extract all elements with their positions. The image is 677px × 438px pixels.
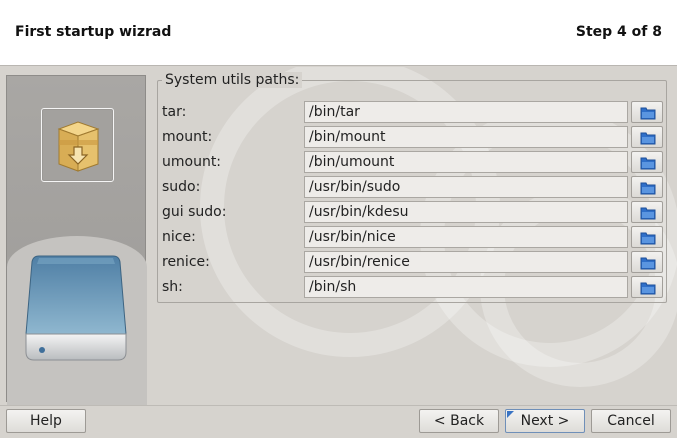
path-input[interactable]: /usr/bin/kdesu — [304, 201, 628, 223]
path-row-umount: umount: /bin/umount — [158, 150, 668, 175]
path-row-renice: renice: /usr/bin/renice — [158, 250, 668, 275]
path-label: nice: — [162, 229, 196, 245]
sidebar-image-panel — [6, 75, 147, 405]
folder-icon — [640, 232, 656, 245]
folder-icon — [640, 157, 656, 170]
wizard-footer: Help < Back Next > Cancel — [0, 405, 677, 438]
folder-icon — [640, 182, 656, 195]
path-input[interactable]: /usr/bin/sudo — [304, 176, 628, 198]
path-label: renice: — [162, 254, 210, 270]
browse-button[interactable] — [631, 251, 663, 273]
browse-button[interactable] — [631, 101, 663, 123]
removable-drive-icon — [25, 252, 127, 362]
path-input[interactable]: /bin/tar — [304, 101, 628, 123]
system-utils-group: tar: /bin/tar mount: /bin/mount umount: … — [157, 80, 667, 303]
path-row-sh: sh: /bin/sh — [158, 275, 668, 300]
browse-button[interactable] — [631, 276, 663, 298]
cancel-button[interactable]: Cancel — [591, 409, 671, 433]
help-button[interactable]: Help — [6, 409, 86, 433]
back-button[interactable]: < Back — [419, 409, 499, 433]
path-input[interactable]: /bin/sh — [304, 276, 628, 298]
path-input[interactable]: /bin/mount — [304, 126, 628, 148]
browse-button[interactable] — [631, 176, 663, 198]
path-label: mount: — [162, 129, 213, 145]
group-legend: System utils paths: — [162, 72, 303, 88]
path-input[interactable]: /bin/umount — [304, 151, 628, 173]
path-label: sh: — [162, 279, 183, 295]
next-button-label: Next > — [520, 413, 570, 429]
path-row-nice: nice: /usr/bin/nice — [158, 225, 668, 250]
path-label: gui sudo: — [162, 204, 227, 220]
browse-button[interactable] — [631, 226, 663, 248]
step-indicator: Step 4 of 8 — [575, 24, 662, 40]
wizard-body: tar: /bin/tar mount: /bin/mount umount: … — [0, 67, 677, 405]
path-row-sudo: sudo: /usr/bin/sudo — [158, 175, 668, 200]
browse-button[interactable] — [631, 201, 663, 223]
default-indicator — [507, 411, 514, 418]
folder-icon — [640, 282, 656, 295]
package-install-icon — [41, 108, 114, 182]
folder-icon — [640, 132, 656, 145]
browse-button[interactable] — [631, 126, 663, 148]
folder-icon — [640, 257, 656, 270]
folder-icon — [640, 207, 656, 220]
path-label: tar: — [162, 104, 187, 120]
path-input[interactable]: /usr/bin/nice — [304, 226, 628, 248]
path-label: umount: — [162, 154, 222, 170]
path-row-gui-sudo: gui sudo: /usr/bin/kdesu — [158, 200, 668, 225]
wizard-header: First startup wizrad Step 4 of 8 — [0, 0, 677, 66]
next-button[interactable]: Next > — [505, 409, 585, 433]
path-label: sudo: — [162, 179, 201, 195]
browse-button[interactable] — [631, 151, 663, 173]
path-row-tar: tar: /bin/tar — [158, 100, 668, 125]
path-row-mount: mount: /bin/mount — [158, 125, 668, 150]
wizard-title: First startup wizrad — [15, 24, 172, 40]
folder-icon — [640, 107, 656, 120]
path-input[interactable]: /usr/bin/renice — [304, 251, 628, 273]
